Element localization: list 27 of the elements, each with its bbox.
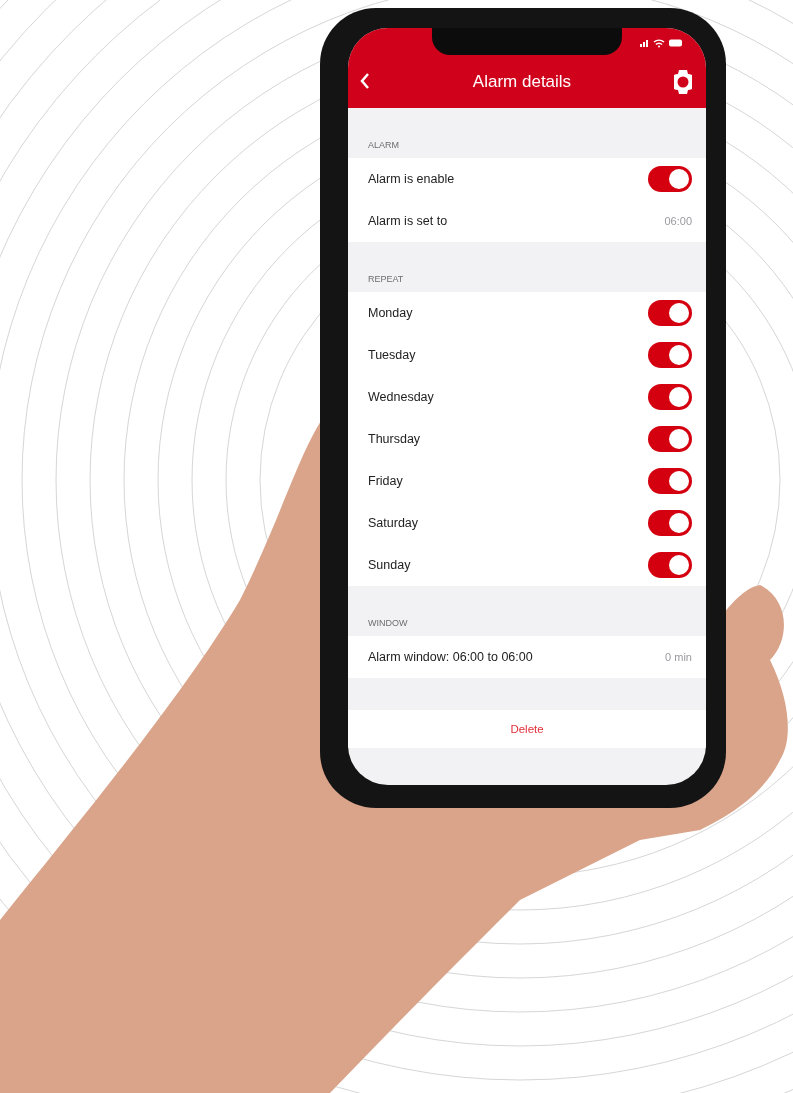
- setting-label: Friday: [368, 474, 403, 488]
- watch-icon[interactable]: [674, 69, 692, 95]
- toggle-switch[interactable]: [648, 166, 692, 192]
- setting-label: Thursday: [368, 432, 421, 446]
- section-header: REPEAT: [368, 274, 404, 284]
- setting-label: Wednesday: [368, 390, 434, 404]
- toggle-switch[interactable]: [648, 300, 692, 326]
- toggle-switch[interactable]: [648, 384, 692, 410]
- setting-label: Sunday: [368, 558, 411, 572]
- setting-label: Alarm is enable: [368, 172, 455, 186]
- setting-value: 0 min: [665, 651, 692, 663]
- setting-label: Tuesday: [368, 348, 416, 362]
- toggle-switch[interactable]: [648, 510, 692, 536]
- setting-label: Monday: [368, 306, 413, 320]
- toggle-switch[interactable]: [648, 426, 692, 452]
- section-header: ALARM: [368, 140, 399, 150]
- setting-label: Saturday: [368, 516, 419, 530]
- setting-label: Alarm window: 06:00 to 06:00: [368, 650, 533, 664]
- delete-button[interactable]: Delete: [348, 710, 706, 748]
- setting-label: Alarm is set to: [368, 214, 448, 228]
- toggle-switch[interactable]: [648, 342, 692, 368]
- screen-title: Alarm details: [472, 72, 572, 92]
- setting-value: 06:00: [664, 215, 692, 227]
- toggle-switch[interactable]: [648, 468, 692, 494]
- status-icons-drawing: [640, 38, 684, 48]
- toggle-switch[interactable]: [648, 552, 692, 578]
- section-header: WINDOW: [368, 618, 408, 628]
